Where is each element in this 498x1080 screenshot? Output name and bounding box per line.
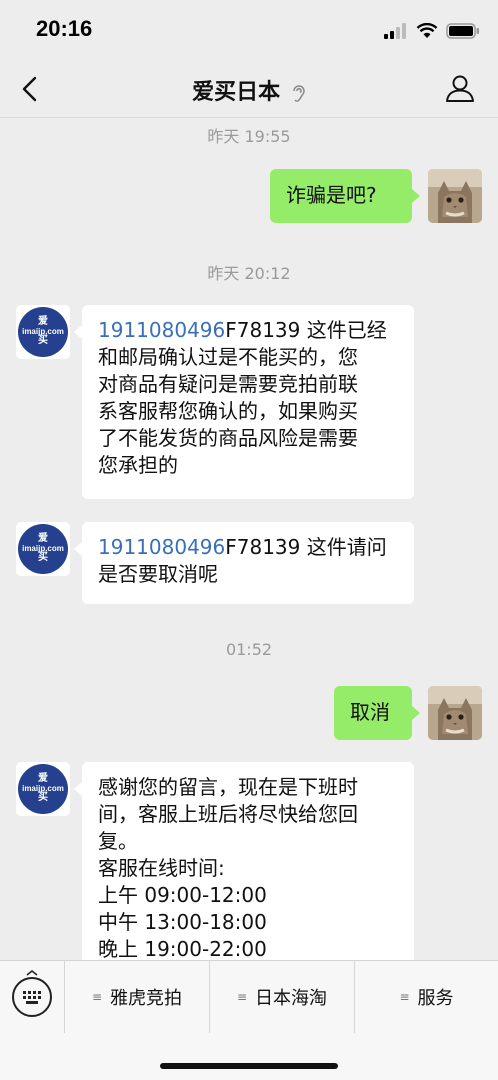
outgoing-message[interactable]: 诈骗是吧? [270, 169, 420, 223]
chevron-up-icon [26, 970, 38, 976]
outgoing-message[interactable]: 取消 [334, 686, 420, 740]
shop-logo-text: 买 [38, 792, 48, 804]
message-text: 间，客服上班后将尽快给您回 [98, 802, 358, 826]
shop-logo: 爱 imaijp.com 买 [18, 524, 68, 574]
menu-item-service[interactable]: ≡ 服务 [354, 961, 498, 1033]
message-text: 是否要取消呢 [98, 562, 218, 586]
incoming-message[interactable]: 感谢您的留言，现在是下班时 间，客服上班后将尽快给您回 复。 客服在线时间: 上… [74, 762, 414, 960]
home-indicator[interactable] [160, 1063, 338, 1069]
menu-item-yahoo-auction[interactable]: ≡ 雅虎竞拍 [64, 961, 209, 1033]
menu-item-japan-shopping[interactable]: ≡ 日本海淘 [209, 961, 354, 1033]
message-text: 上午 09:00-12:00 [98, 883, 267, 907]
menu-item-label: 雅虎竞拍 [110, 988, 183, 1009]
timestamp: 昨天 19:55 [207, 127, 291, 146]
chat-title: 爱买日本 [0, 74, 498, 106]
chat-title-text: 爱买日本 [192, 80, 281, 105]
user-avatar[interactable] [428, 686, 482, 740]
message-text: 客服在线时间: [98, 856, 225, 880]
bottom-menu-bar: ≡ 雅虎竞拍 ≡ 日本海淘 ≡ 服务 [0, 960, 498, 1080]
shop-avatar[interactable]: 爱 imaijp.com 买 [16, 762, 70, 816]
message-text: 了不能发货的商品风险是需要 [98, 426, 358, 450]
message-text: F78139 这件已经 [225, 318, 387, 342]
user-avatar[interactable] [428, 169, 482, 223]
ear-icon [293, 85, 305, 102]
message-text: 系客服帮您确认的，如果购买 [98, 399, 358, 423]
profile-icon[interactable] [444, 72, 476, 104]
menu-list-icon: ≡ [91, 990, 103, 1004]
message-text: 复。 [98, 829, 138, 853]
shop-logo: 爱 imaijp.com 买 [18, 307, 68, 357]
cellular-signal-icon [384, 23, 406, 39]
shop-logo-text: 买 [38, 335, 48, 347]
shop-logo: 爱 imaijp.com 买 [18, 764, 68, 814]
order-number-link[interactable]: 1911080496 [98, 535, 225, 559]
menu-item-label: 日本海淘 [255, 988, 328, 1009]
message-text: 您承担的 [98, 453, 178, 477]
battery-icon [446, 23, 479, 39]
menu-list-icon: ≡ [399, 990, 410, 1004]
message-text: F78139 这件请问 [225, 535, 387, 559]
status-time: 20:16 [36, 16, 93, 41]
status-bar: 20:16 [0, 0, 498, 60]
message-text: 诈骗是吧? [286, 183, 377, 207]
chat-area[interactable]: 昨天 19:55 诈骗是吧? 昨天 20:12 爱 imaijp.com 买 1… [0, 118, 498, 960]
message-text: 取消 [350, 700, 390, 724]
incoming-message[interactable]: 1911080496F78139 这件已经 和邮局确认过是不能买的，您 对商品有… [74, 305, 414, 499]
incoming-message[interactable]: 1911080496F78139 这件请问 是否要取消呢 [74, 522, 414, 604]
shop-avatar[interactable]: 爱 imaijp.com 买 [16, 522, 70, 576]
message-text: 感谢您的留言，现在是下班时 [98, 775, 358, 799]
keyboard-icon [23, 991, 41, 1004]
message-text: 和邮局确认过是不能买的，您 [98, 345, 358, 369]
menu-item-label: 服务 [417, 988, 454, 1009]
status-icons [384, 20, 480, 42]
menu-list-icon: ≡ [236, 990, 248, 1004]
timestamp: 昨天 20:12 [207, 264, 291, 283]
message-text: 晚上 19:00-22:00 [98, 937, 267, 960]
shop-logo-text: 买 [38, 552, 48, 564]
shop-avatar[interactable]: 爱 imaijp.com 买 [16, 305, 70, 359]
timestamp: 01:52 [225, 640, 273, 659]
keyboard-toggle-button[interactable] [12, 977, 52, 1017]
message-text: 对商品有疑问是需要竞拍前联 [98, 372, 358, 396]
cat-photo [428, 686, 482, 740]
wifi-icon [416, 23, 438, 38]
message-text: 中午 13:00-18:00 [98, 910, 267, 934]
order-number-link[interactable]: 1911080496 [98, 318, 225, 342]
nav-bar: 爱买日本 [0, 60, 498, 118]
cat-photo [428, 169, 482, 223]
